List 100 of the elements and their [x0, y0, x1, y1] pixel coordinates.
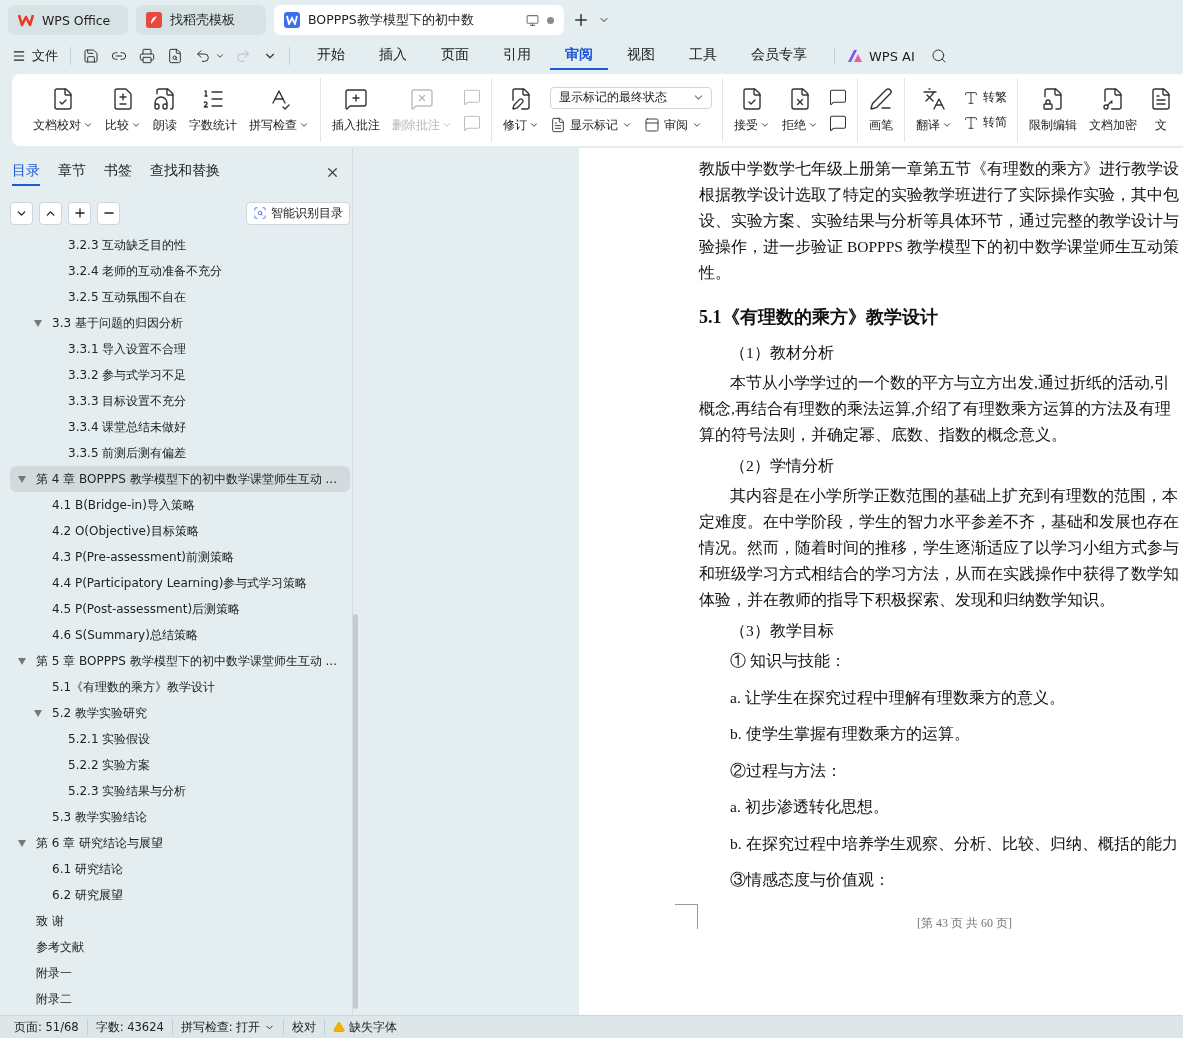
- caret-icon: [692, 120, 702, 130]
- panel-tab[interactable]: 章节: [58, 158, 86, 186]
- file-menu[interactable]: 文件: [12, 47, 58, 65]
- ribbon-tab[interactable]: 插入: [364, 42, 422, 70]
- expanded-triangle-icon[interactable]: [18, 839, 26, 847]
- app-tab[interactable]: 找稻壳模板: [136, 5, 266, 35]
- toc-item[interactable]: 3.3.2 参与式学习不足: [10, 362, 350, 388]
- caret-icon[interactable]: [215, 51, 225, 61]
- search-icon[interactable]: [930, 48, 947, 64]
- toc-item[interactable]: 5.2.1 实验假设: [10, 726, 350, 752]
- print-icon[interactable]: [139, 48, 155, 64]
- toc-item[interactable]: 第 5 章 BOPPPS 教学模型下的初中数学课堂师生互动 ...: [10, 648, 350, 674]
- toc-item[interactable]: 6.2 研究展望: [10, 882, 350, 908]
- markup-dropdown[interactable]: 显示标记的最终状态: [550, 86, 712, 109]
- ribbon-button[interactable]: 拼写检查: [244, 82, 314, 138]
- app-tab[interactable]: BOPPPS教学模型下的初中数: [274, 5, 564, 35]
- toc-item[interactable]: 3.3.1 导入设置不合理: [10, 336, 350, 362]
- toolbar-button[interactable]: 显示标记: [550, 116, 632, 134]
- toc-item[interactable]: 4.4 P(Participatory Learning)参与式学习策略: [10, 570, 350, 596]
- panel-tab[interactable]: 查找和替换: [150, 158, 220, 186]
- ribbon-button[interactable]: 翻译: [911, 82, 957, 138]
- comment-prev-icon[interactable]: [829, 88, 847, 106]
- ribbon-button[interactable]: 拒绝: [777, 82, 823, 138]
- toc-item[interactable]: 3.3.3 目标设置不充分: [10, 388, 350, 414]
- add-button[interactable]: [68, 201, 91, 225]
- toc-item[interactable]: 6.1 研究结论: [10, 856, 350, 882]
- toc-item[interactable]: 3.2.4 老师的互动准备不充分: [10, 258, 350, 284]
- smart-toc-button[interactable]: 智能识别目录: [246, 201, 350, 225]
- status-dropdown[interactable]: 拼写检查: 打开: [172, 1019, 285, 1035]
- toc-item[interactable]: 参考文献: [10, 934, 350, 960]
- toc-item[interactable]: 致 谢: [10, 908, 350, 934]
- subheading: （1）教材分析: [729, 343, 835, 363]
- save-icon[interactable]: [83, 48, 99, 64]
- comment-next-icon[interactable]: [829, 114, 847, 132]
- expanded-triangle-icon[interactable]: [34, 709, 42, 717]
- toolbar-button[interactable]: 审阅: [644, 116, 702, 134]
- app-tab[interactable]: WPS Office: [8, 5, 128, 35]
- toolbar-button[interactable]: 转繁: [963, 89, 1007, 106]
- toc-item[interactable]: 4.5 P(Post-assessment)后测策略: [10, 596, 350, 622]
- toolbar-button[interactable]: 转简: [963, 114, 1007, 131]
- toc-item[interactable]: 5.2 教学实验研究: [10, 700, 350, 726]
- toc-item[interactable]: 3.3.5 前测后测有偏差: [10, 440, 350, 466]
- toc-item[interactable]: 3.2.5 互动氛围不自在: [10, 284, 350, 310]
- ribbon-button[interactable]: 文: [1144, 82, 1178, 138]
- pen-icon: [869, 86, 893, 111]
- collapse-button[interactable]: [10, 201, 33, 225]
- file-key-icon: [1101, 86, 1125, 111]
- print-preview-icon[interactable]: [167, 48, 183, 64]
- toc-item[interactable]: 附录二: [10, 986, 350, 1012]
- new-tab-icon[interactable]: [572, 11, 590, 29]
- list-item: b. 使学生掌握有理数乘方的运算。: [729, 724, 971, 744]
- ribbon-button[interactable]: 朗读: [148, 82, 182, 138]
- panel-tab[interactable]: 目录: [12, 158, 40, 186]
- ribbon-button[interactable]: 插入批注: [327, 82, 385, 138]
- scrollbar-thumb[interactable]: [353, 614, 358, 1009]
- toc-item[interactable]: 5.3 教学实验结论: [10, 804, 350, 830]
- toc-item[interactable]: 3.3 基于问题的归因分析: [10, 310, 350, 336]
- ribbon-tab[interactable]: 工具: [674, 42, 732, 70]
- panel-tab[interactable]: 书签: [104, 158, 132, 186]
- monitor-icon[interactable]: [526, 13, 539, 27]
- ribbon-tab[interactable]: 引用: [488, 42, 546, 70]
- ribbon-button[interactable]: 字数统计: [184, 82, 242, 138]
- ribbon-tab[interactable]: 会员专享: [736, 42, 822, 70]
- toc-item[interactable]: 5.2.2 实验方案: [10, 752, 350, 778]
- expanded-triangle-icon[interactable]: [18, 475, 26, 483]
- toc-item[interactable]: 附录一: [10, 960, 350, 986]
- expanded-triangle-icon[interactable]: [18, 657, 26, 665]
- list-item: a. 初步渗透转化思想。: [729, 797, 890, 817]
- toc-item[interactable]: 5.2.3 实验结果与分析: [10, 778, 350, 804]
- toc-item[interactable]: 3.3.4 课堂总结未做好: [10, 414, 350, 440]
- toc-item[interactable]: 第 4 章 BOPPPS 教学模型下的初中数学课堂师生互动 ...: [10, 466, 350, 492]
- toc-item[interactable]: 4.1 B(Bridge-in)导入策略: [10, 492, 350, 518]
- toc-item[interactable]: 4.3 P(Pre-assessment)前测策略: [10, 544, 350, 570]
- ai-button[interactable]: WPS AI: [847, 48, 915, 64]
- toc-item[interactable]: 5.1《有理数的乘方》教学设计: [10, 674, 350, 700]
- page-footer: [第 43 页 共 60 页]: [917, 914, 1183, 932]
- ribbon-button[interactable]: 修订: [498, 82, 544, 138]
- undo-icon[interactable]: [195, 48, 211, 64]
- ribbon-tab[interactable]: 审阅: [550, 42, 608, 70]
- paragraph-line: 其内容是在小学所学正数范围的基础上扩充到有理数的范围，本: [729, 486, 1179, 506]
- expanded-triangle-icon[interactable]: [34, 319, 42, 327]
- toc-item[interactable]: 4.2 O(Objective)目标策略: [10, 518, 350, 544]
- expand-button[interactable]: [39, 201, 62, 225]
- ribbon-tab[interactable]: 页面: [426, 42, 484, 70]
- ribbon-button[interactable]: 比较: [100, 82, 146, 138]
- ribbon-tab[interactable]: 视图: [612, 42, 670, 70]
- ribbon-button[interactable]: 接受: [729, 82, 775, 138]
- document-icon: [1149, 86, 1173, 111]
- status-warning[interactable]: 缺失字体: [325, 1019, 406, 1035]
- toc-item[interactable]: 第 6 章 研究结论与展望: [10, 830, 350, 856]
- comment-plus-icon: [344, 86, 368, 111]
- toc-item[interactable]: 3.2.3 互动缺乏目的性: [10, 232, 350, 258]
- ribbon-button[interactable]: 文档加密: [1084, 82, 1142, 138]
- ribbon-button[interactable]: 画笔: [864, 82, 898, 138]
- subheading: （2）学情分析: [729, 456, 835, 476]
- ribbon-tab[interactable]: 开始: [302, 42, 360, 70]
- ribbon-button[interactable]: 文档校对: [28, 82, 98, 138]
- remove-button[interactable]: [97, 201, 120, 225]
- ribbon-button[interactable]: 限制编辑: [1024, 82, 1082, 138]
- toc-item[interactable]: 4.6 S(Summary)总结策略: [10, 622, 350, 648]
